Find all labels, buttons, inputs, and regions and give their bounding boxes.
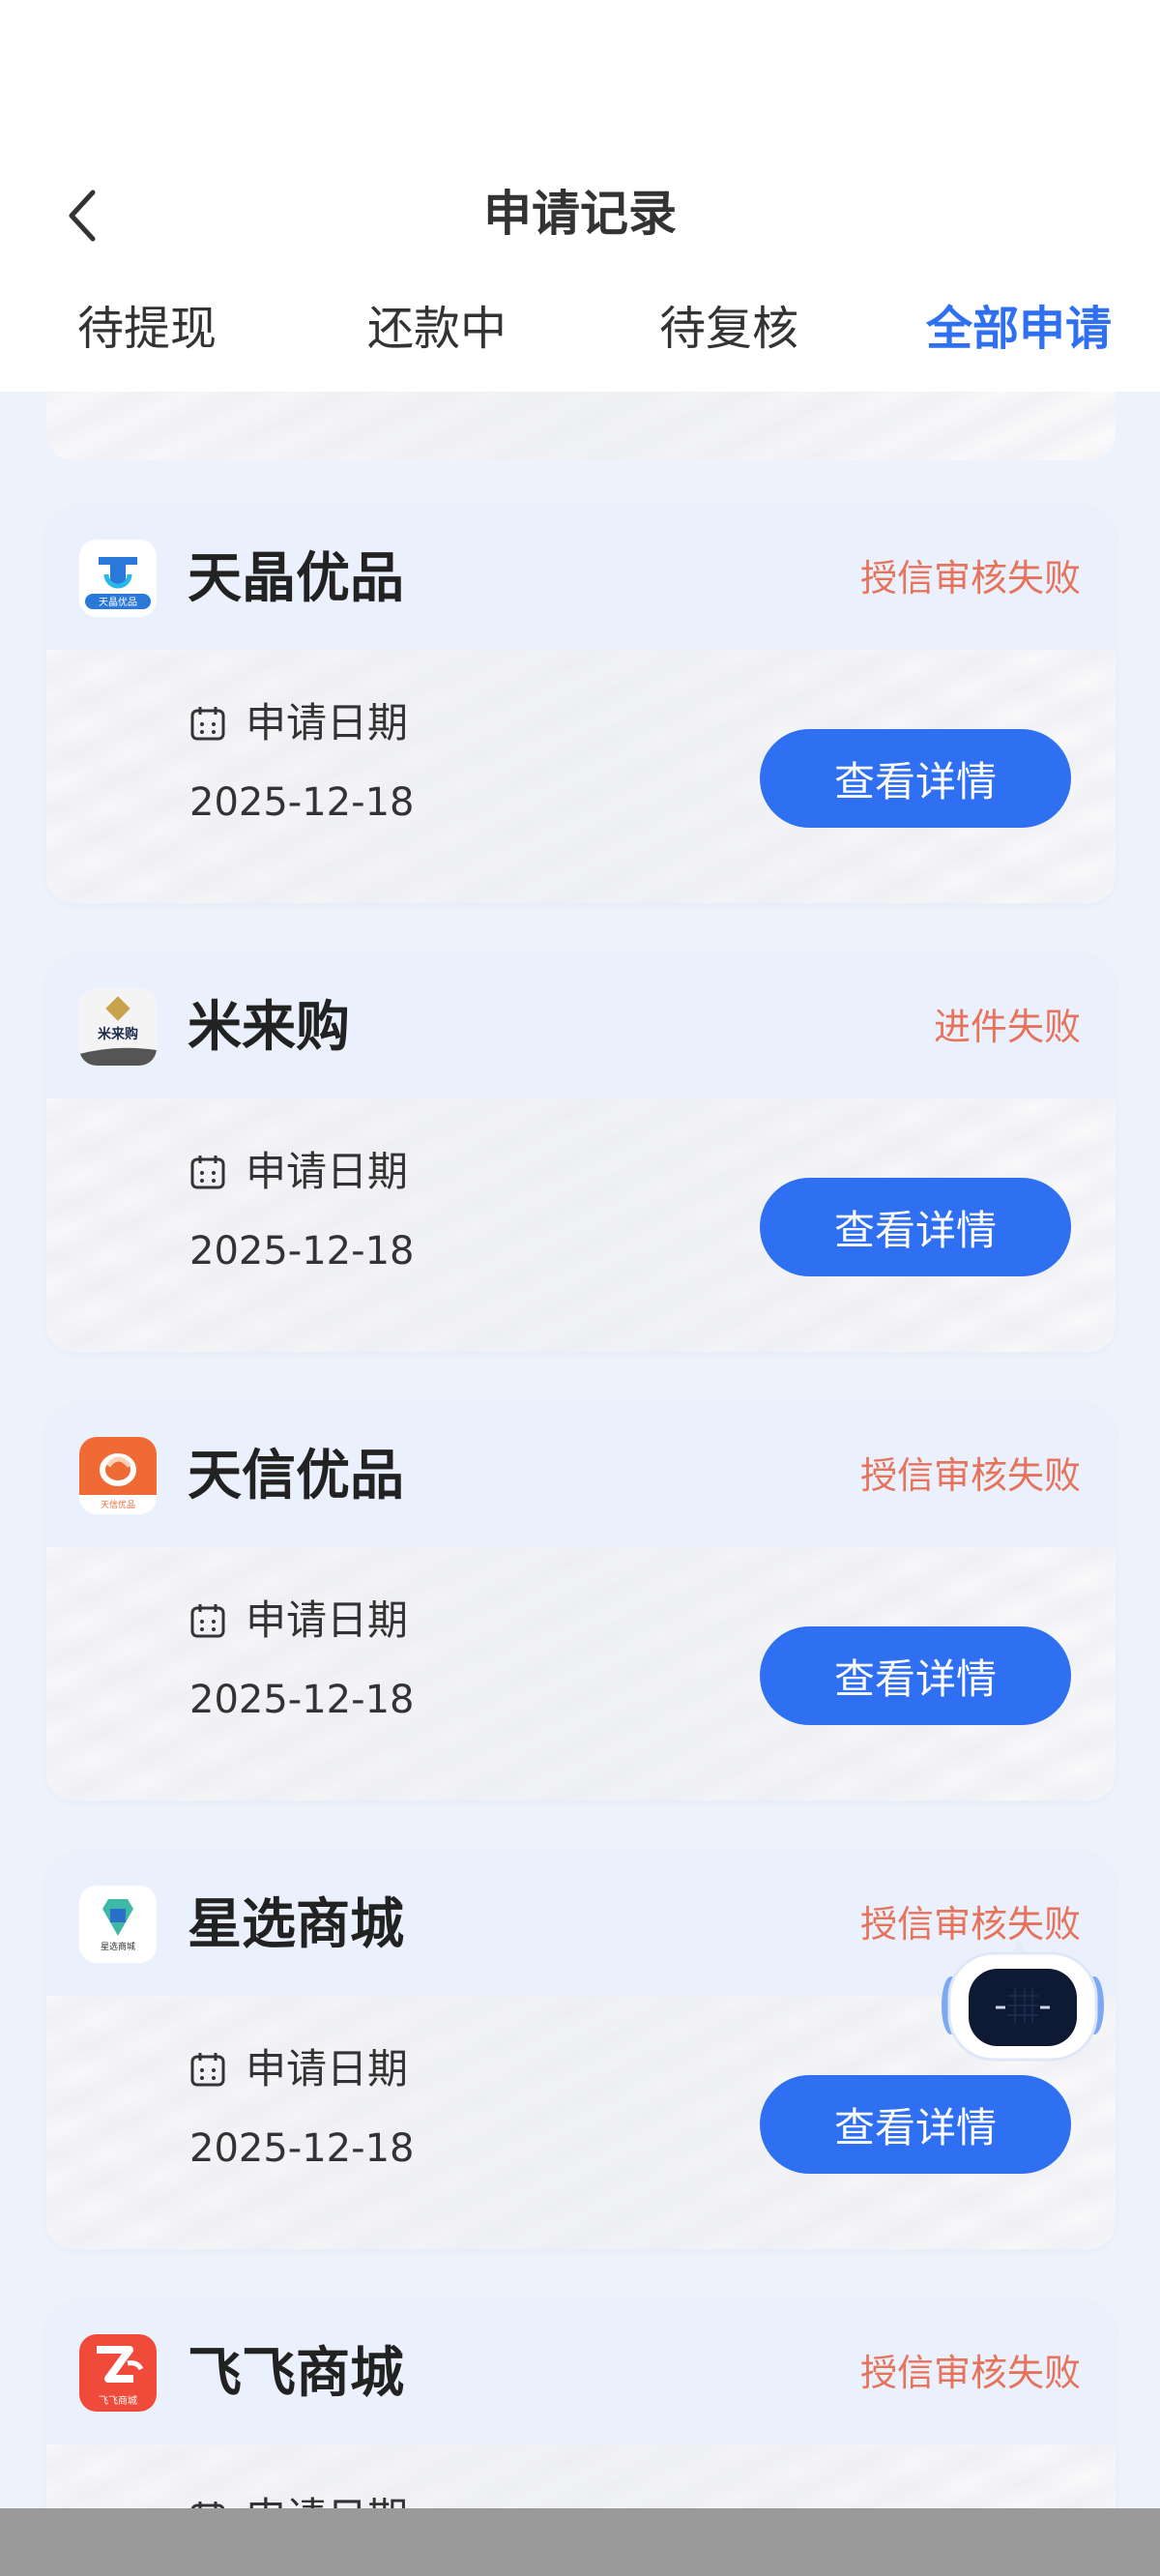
calendar-icon: [189, 1154, 226, 1190]
record-status: 授信审核失败: [859, 1454, 1081, 1497]
app-logo-tianxin: 天信优品: [79, 1437, 157, 1514]
date-label-row: 申请日期: [189, 694, 408, 752]
app-logo-xingxuan: 星选商城: [79, 1886, 157, 1963]
view-details-button[interactable]: 查看详情: [760, 2075, 1071, 2174]
record-card-body: 申请日期 2025-12-18 查看详情: [46, 1098, 1116, 1352]
calendar-icon: [189, 2051, 226, 2088]
robot-icon: [942, 1938, 1104, 2062]
tab-bar: 待提现 还款中 待复核 全部申请: [0, 290, 1160, 367]
tab-repaying[interactable]: 还款中: [367, 290, 507, 367]
date-label: 申请日期: [246, 2045, 409, 2093]
record-name: 星选商城: [188, 1893, 404, 1956]
view-details-button[interactable]: 查看详情: [760, 729, 1071, 828]
date-value: 2025-12-18: [189, 2126, 415, 2171]
date-label-row: 申请日期: [189, 2040, 408, 2098]
date-value: 2025-12-18: [189, 1229, 415, 1273]
record-card-header: 天信优品 天信优品 授信审核失败: [46, 1404, 1116, 1547]
date-value: 2025-12-18: [189, 1678, 415, 1722]
record-status: 授信审核失败: [859, 557, 1081, 600]
svg-text:天信优品: 天信优品: [101, 1499, 135, 1510]
record-name: 飞飞商城: [188, 2342, 404, 2405]
svg-text:米来购: 米来购: [98, 1026, 138, 1042]
system-nav-bar: [0, 2508, 1160, 2576]
record-status: 授信审核失败: [859, 2352, 1081, 2394]
app-logo-milaigou: 米来购: [79, 988, 157, 1066]
record-card-header: 飞飞商城 飞飞商城 授信审核失败: [46, 2301, 1116, 2444]
app-logo-tianjing: 天晶优品: [79, 540, 157, 617]
date-label: 申请日期: [246, 1148, 409, 1195]
date-label: 申请日期: [246, 699, 409, 746]
assistant-robot-button[interactable]: [938, 1924, 1108, 2089]
date-label: 申请日期: [246, 1596, 409, 1644]
app-logo-feifei: 飞飞商城: [79, 2334, 157, 2412]
record-name: 天信优品: [188, 1445, 404, 1508]
calendar-icon: [189, 705, 226, 742]
header: 申请记录 待提现 还款中 待复核 全部申请: [0, 0, 1160, 392]
svg-text:星选商城: 星选商城: [101, 1941, 135, 1952]
record-card-body: 申请日期 2025-12-18 查看详情: [46, 650, 1116, 903]
view-details-button[interactable]: 查看详情: [760, 1178, 1071, 1276]
tab-all-applications[interactable]: 全部申请: [926, 290, 1112, 367]
tab-pending-withdraw[interactable]: 待提现: [77, 290, 217, 367]
date-label-row: 申请日期: [189, 1143, 408, 1201]
view-details-button[interactable]: 查看详情: [760, 1626, 1071, 1725]
record-card-body: 申请日期 2025-12-18 查看详情: [46, 1547, 1116, 1800]
record-name: 天晶优品: [188, 547, 404, 610]
svg-text:天晶优品: 天晶优品: [99, 596, 137, 608]
record-card: 天晶优品 天晶优品 授信审核失败 申请日期 2025-12-18 查看详情: [46, 507, 1116, 903]
record-status: 进件失败: [933, 1006, 1081, 1048]
calendar-icon: [189, 1602, 226, 1639]
date-value: 2025-12-18: [189, 780, 415, 825]
record-name: 米来购: [188, 996, 350, 1059]
record-card-header: 天晶优品 天晶优品 授信审核失败: [46, 507, 1116, 650]
svg-text:飞飞商城: 飞飞商城: [99, 2394, 137, 2407]
date-label-row: 申请日期: [189, 1592, 408, 1650]
tab-pending-review[interactable]: 待复核: [659, 290, 798, 367]
page-title: 申请记录: [483, 186, 677, 242]
record-card: 天信优品 天信优品 授信审核失败 申请日期 2025-12-18 查看详情: [46, 1404, 1116, 1800]
record-card-header: 米来购 米来购 进件失败: [46, 955, 1116, 1098]
record-card: 米来购 米来购 进件失败 申请日期 2025-12-18 查看详情: [46, 955, 1116, 1352]
